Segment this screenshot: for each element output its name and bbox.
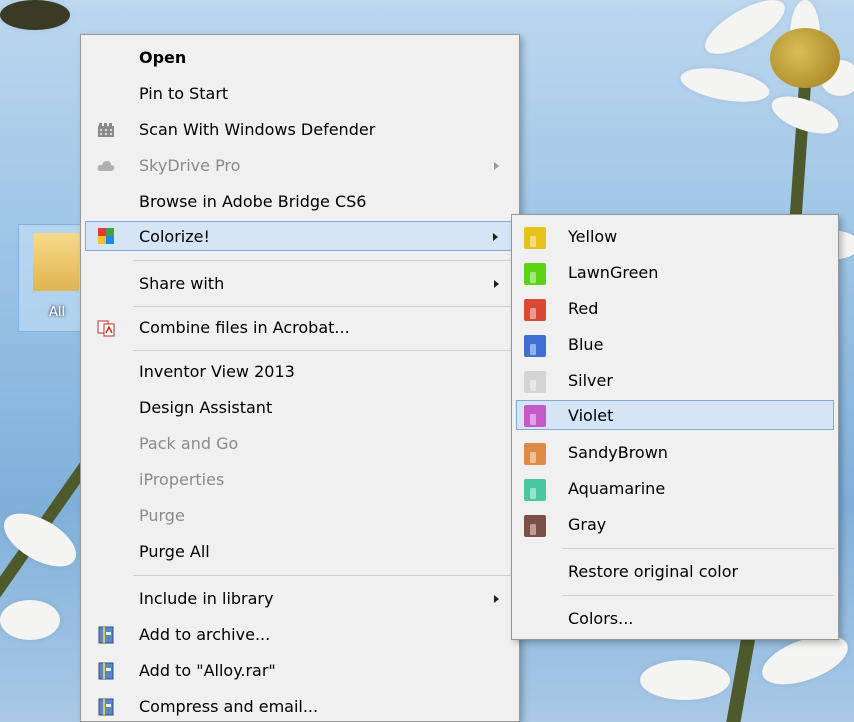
menu-item-iproperties[interactable]: iProperties [85,465,515,495]
menu-separator [562,595,834,596]
submenu-item-label: Colors... [568,609,634,628]
context-menu: Open Pin to Start Scan With Windows Defe… [80,34,520,722]
submenu-item-restore-original-color[interactable]: Restore original color [516,557,834,587]
submenu-arrow-icon [493,233,498,241]
menu-separator [133,306,515,307]
menu-item-combine-acrobat[interactable]: Combine files in Acrobat... [85,313,515,343]
menu-item-purge-all[interactable]: Purge All [85,537,515,567]
menu-item-browse-bridge[interactable]: Browse in Adobe Bridge CS6 [85,187,515,217]
menu-item-label: Inventor View 2013 [139,362,295,381]
menu-item-label: Pack and Go [139,434,239,453]
folder-color-icon [524,227,546,249]
folder-icon [33,233,79,291]
submenu-item-gray[interactable]: Gray [516,510,834,540]
menu-item-label: Combine files in Acrobat... [139,318,350,337]
winrar-archive-icon [98,698,114,716]
submenu-item-label: Violet [568,406,614,425]
folder-color-icon [524,371,546,393]
submenu-item-yellow[interactable]: Yellow [516,222,834,252]
menu-item-label: Purge All [139,542,210,561]
acrobat-icon [97,320,115,337]
submenu-item-colors[interactable]: Colors... [516,604,834,634]
submenu-item-lawngreen[interactable]: LawnGreen [516,258,834,288]
submenu-item-aquamarine[interactable]: Aquamarine [516,474,834,504]
menu-item-pack-and-go[interactable]: Pack and Go [85,429,515,459]
menu-item-include-in-library[interactable]: Include in library [85,584,515,614]
menu-item-label: Share with [139,274,225,293]
winrar-archive-icon [98,662,114,680]
submenu-arrow-icon [494,162,499,170]
colorize-submenu: Yellow LawnGreen Red Blue Silver Violet … [511,214,839,640]
submenu-item-label: Blue [568,335,604,354]
submenu-item-label: Gray [568,515,607,534]
folder-color-icon [524,405,546,427]
submenu-item-violet[interactable]: Violet [516,400,834,430]
submenu-item-label: Red [568,299,599,318]
menu-item-colorize[interactable]: Colorize! [85,221,515,251]
folder-color-icon [524,515,546,537]
menu-item-label: Open [139,48,187,67]
submenu-arrow-icon [494,595,499,603]
submenu-item-label: Yellow [568,227,618,246]
desktop-icon-label: All [49,305,66,320]
menu-item-label: Colorize! [139,227,210,246]
menu-item-label: Design Assistant [139,398,273,417]
menu-item-label: iProperties [139,470,225,489]
menu-item-label: Add to "Alloy.rar" [139,661,276,680]
submenu-item-sandybrown[interactable]: SandyBrown [516,438,834,468]
menu-item-compress-and-email[interactable]: Compress and email... [85,692,515,722]
folder-color-icon [524,263,546,285]
folder-color-icon [524,479,546,501]
menu-separator [133,260,515,261]
menu-item-design-assistant[interactable]: Design Assistant [85,393,515,423]
folder-color-icon [524,335,546,357]
menu-item-label: Add to archive... [139,625,271,644]
menu-item-pin-to-start[interactable]: Pin to Start [85,79,515,109]
menu-item-skydrive-pro[interactable]: SkyDrive Pro [85,151,515,181]
submenu-item-blue[interactable]: Blue [516,330,834,360]
colorize-icon [98,228,114,244]
menu-item-add-to-archive[interactable]: Add to archive... [85,620,515,650]
windows-defender-icon [98,123,114,137]
menu-item-label: Compress and email... [139,697,319,716]
folder-color-icon [524,299,546,321]
submenu-arrow-icon [494,280,499,288]
menu-item-purge[interactable]: Purge [85,501,515,531]
menu-item-add-to-alloy-rar[interactable]: Add to "Alloy.rar" [85,656,515,686]
cloud-icon [97,161,115,171]
menu-item-label: Browse in Adobe Bridge CS6 [139,192,367,211]
menu-item-label: Include in library [139,589,274,608]
menu-item-scan-defender[interactable]: Scan With Windows Defender [85,115,515,145]
menu-item-label: Scan With Windows Defender [139,120,376,139]
submenu-item-label: Silver [568,371,613,390]
folder-color-icon [524,443,546,465]
submenu-item-label: SandyBrown [568,443,668,462]
menu-item-label: Purge [139,506,185,525]
menu-separator [133,575,515,576]
winrar-archive-icon [98,626,114,644]
submenu-item-label: Aquamarine [568,479,666,498]
submenu-item-silver[interactable]: Silver [516,366,834,396]
menu-item-inventor-view[interactable]: Inventor View 2013 [85,357,515,387]
submenu-item-label: Restore original color [568,562,739,581]
menu-item-label: SkyDrive Pro [139,156,241,175]
menu-separator [562,548,834,549]
menu-item-label: Pin to Start [139,84,229,103]
submenu-item-red[interactable]: Red [516,294,834,324]
menu-item-open[interactable]: Open [85,43,515,73]
submenu-item-label: LawnGreen [568,263,659,282]
menu-separator [133,350,515,351]
menu-item-share-with[interactable]: Share with [85,269,515,299]
